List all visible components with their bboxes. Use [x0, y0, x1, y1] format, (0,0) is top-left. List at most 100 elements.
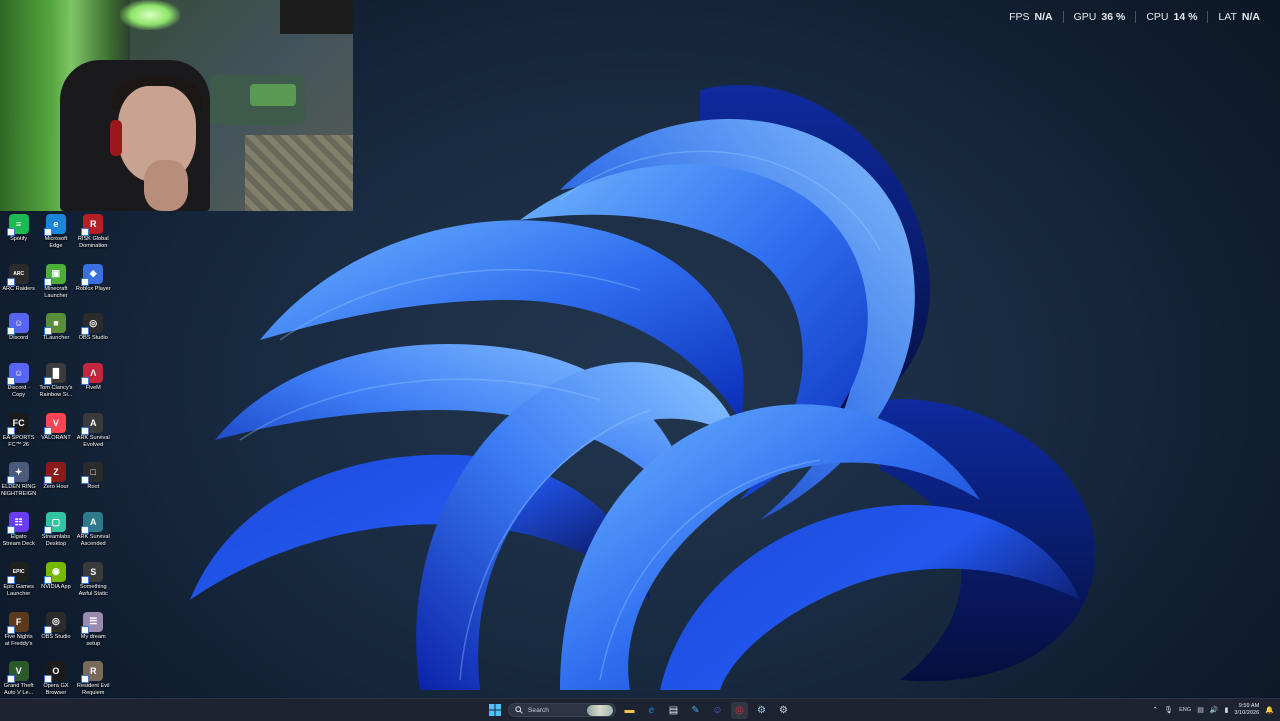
taskbar-apps: ▬ e ▤ ✎ ☺ ◎ ⚙ ⚙: [621, 701, 792, 719]
taskbar-app-button[interactable]: ⚙: [775, 702, 792, 719]
shortcut-arrow-icon: [43, 228, 52, 236]
taskbar-app-button[interactable]: ☺: [709, 702, 726, 719]
shortcut-arrow-icon: [6, 476, 15, 485]
overlay-stat-value: 36 %: [1101, 11, 1126, 23]
desktop-shortcut-label: NVIDIA App: [41, 583, 71, 590]
valorant-icon: V: [43, 412, 66, 435]
desktop-shortcut[interactable]: ▢ Streamlabs Desktop: [37, 509, 74, 559]
desktop-shortcut[interactable]: ≡ Spotify: [0, 211, 37, 261]
icon-glyph: ◆: [89, 268, 97, 279]
desktop-shortcut[interactable]: █ Tom Clancy's Rainbow Si...: [37, 360, 74, 410]
zero-hour-icon: Z: [43, 462, 66, 485]
taskbar-app-button[interactable]: ◎: [731, 701, 748, 719]
desktop-shortcut-label: ELDEN RING NIGHTREIGN: [1, 484, 37, 498]
icon-glyph: ☺: [14, 318, 24, 329]
desktop-shortcut-label: Roblox Player: [75, 285, 111, 292]
desktop-shortcut-label: Streamlabs Desktop: [41, 534, 71, 548]
taskbar-app-button[interactable]: ⚙: [753, 702, 770, 719]
desktop-shortcut[interactable]: O Opera GX Browser: [37, 658, 74, 698]
microphone-icon[interactable]: 🎙: [1164, 706, 1173, 714]
shortcut-arrow-icon: [81, 476, 90, 485]
desktop-shortcut[interactable]: ☺ Discord: [0, 310, 37, 360]
desktop-shortcut-label: ARK Survival Evolved: [76, 434, 110, 448]
desktop-shortcut[interactable]: S Something Awful Static: [75, 559, 112, 609]
fnaf-icon: F: [6, 611, 29, 634]
search-highlight-icon: [587, 705, 613, 716]
shortcut-arrow-icon: [6, 327, 15, 336]
desktop-shortcut[interactable]: ▣ Minecraft Launcher: [37, 261, 74, 311]
desktop-shortcut[interactable]: V Grand Theft Auto V Le...: [0, 658, 37, 698]
stream-deck-icon: ☷: [6, 512, 29, 535]
desktop-shortcut[interactable]: Z Zero Hour: [37, 459, 74, 509]
icon-glyph: ARC: [13, 270, 25, 277]
search-label: Search: [528, 706, 549, 714]
desktop-shortcut[interactable]: ◎ OBS Studio: [75, 310, 112, 360]
chevron-up-icon[interactable]: ⌃: [1152, 706, 1158, 714]
desktop-shortcut[interactable]: F Five Nights at Freddy's: [0, 609, 37, 659]
icon-glyph: ≡: [16, 219, 22, 229]
desktop-shortcut[interactable]: ◉ NVIDIA App: [37, 559, 74, 609]
desktop-shortcut-label: Something Awful Static: [78, 583, 108, 597]
shortcut-arrow-icon: [6, 377, 15, 386]
notification-icon[interactable]: 🔔: [1265, 706, 1274, 714]
taskbar-app-button[interactable]: ▤: [665, 702, 682, 719]
desktop-shortcut-label: Zero Hour: [43, 484, 69, 491]
desktop-shortcut-label: RISK Global Domination: [77, 236, 109, 249]
start-button[interactable]: [486, 702, 503, 719]
desktop-shortcut[interactable]: Λ FiveM: [75, 360, 112, 410]
something-awful-icon: S: [81, 561, 104, 584]
desktop-shortcut[interactable]: ◎ OBS Studio: [37, 609, 74, 659]
desktop-shortcut[interactable]: ✦ ELDEN RING NIGHTREIGN: [0, 459, 37, 509]
icon-glyph: A: [89, 517, 97, 528]
shortcut-arrow-icon: [81, 625, 90, 634]
volume-icon[interactable]: 🔊: [1210, 706, 1219, 714]
language-indicator[interactable]: ENG: [1179, 707, 1191, 713]
taskbar-app-button[interactable]: ✎: [687, 702, 704, 719]
desktop-shortcut[interactable]: R Resident Evil Requiem: [75, 658, 112, 698]
desktop-shortcut[interactable]: ☰ My dream setup: [75, 609, 112, 659]
root-icon: □: [81, 462, 104, 485]
desktop-shortcut[interactable]: FC EA SPORTS FC™ 26: [0, 410, 37, 460]
desktop-shortcut[interactable]: EPIC Epic Games Launcher: [0, 559, 37, 609]
desktop-shortcut[interactable]: A ARK Survival Evolved: [75, 410, 112, 460]
desktop-shortcut[interactable]: ◆ Roblox Player: [75, 261, 112, 311]
network-icon[interactable]: ▤: [1197, 706, 1204, 714]
taskbar-app-button[interactable]: e: [643, 702, 660, 719]
roblox-icon: ◆: [81, 263, 104, 286]
icon-glyph: ▣: [51, 268, 61, 279]
desktop-shortcut-label: Resident Evil Requiem: [76, 683, 110, 697]
battery-icon[interactable]: ▮: [1225, 706, 1229, 714]
taskbar: Search ▬ e ▤ ✎ ☺ ◎ ⚙ ⚙ ⌃ 🎙 ENG ▤ 🔊 ▮ 9:59 AM 3/…: [0, 698, 1280, 721]
file-explorer-icon: ▬: [624, 704, 635, 716]
desktop-shortcut[interactable]: ☷ Elgato Stream Deck: [0, 509, 37, 559]
taskbar-search-box[interactable]: Search: [508, 703, 616, 717]
shortcut-arrow-icon: [43, 526, 52, 535]
clock[interactable]: 9:59 AM 3/10/2026: [1234, 703, 1259, 717]
icon-glyph: ☺: [14, 368, 24, 379]
desktop-shortcut[interactable]: ARC ARC Raiders: [0, 261, 37, 311]
tlauncher-icon: ■: [43, 313, 66, 336]
desktop-shortcut[interactable]: A ARK Survival Ascended: [75, 509, 112, 559]
shortcut-arrow-icon: [43, 675, 52, 684]
obs-icon: ◎: [43, 611, 66, 634]
icon-glyph: ◉: [52, 566, 60, 577]
desktop-shortcut[interactable]: ■ TLauncher: [37, 310, 74, 360]
desktop-shortcut[interactable]: R RISK Global Domination: [75, 211, 112, 261]
desktop-shortcut[interactable]: V VALORANT: [37, 410, 74, 460]
webcam-feed: [0, 0, 353, 211]
shortcut-arrow-icon: [43, 575, 52, 584]
shortcut-arrow-icon: [43, 426, 52, 435]
shortcut-arrow-icon: [81, 377, 90, 386]
desktop-shortcut-label: OBS Studio: [78, 335, 108, 342]
desktop-shortcut[interactable]: □ Root: [75, 459, 112, 509]
icon-glyph: R: [89, 666, 97, 677]
edge-icon: e: [648, 704, 655, 716]
icon-glyph: R: [89, 219, 97, 229]
taskbar-app-button[interactable]: ▬: [621, 702, 638, 719]
desktop-shortcut[interactable]: e Microsoft Edge: [37, 211, 74, 261]
desktop-shortcut-label: Five Nights at Freddy's: [4, 633, 33, 647]
desktop-shortcut[interactable]: ☺ Discord - Copy: [0, 360, 37, 410]
shortcut-arrow-icon: [6, 277, 15, 286]
shortcut-arrow-icon: [81, 675, 90, 684]
shortcut-arrow-icon: [81, 575, 90, 584]
